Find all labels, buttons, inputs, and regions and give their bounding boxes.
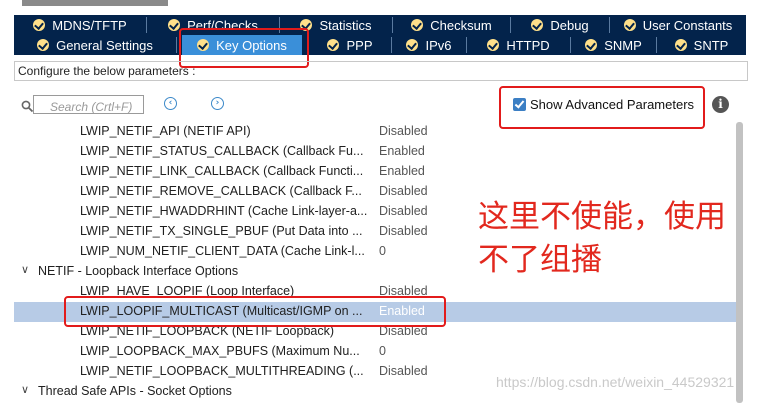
parameter-name: LWIP_NETIF_LINK_CALLBACK (Callback Funct…: [80, 164, 364, 178]
table-row[interactable]: LWIP_NETIF_LINK_CALLBACK (Callback Funct…: [14, 162, 736, 182]
parameter-name: LWIP_LOOPBACK_MAX_PBUFS (Maximum Nu...: [80, 344, 360, 358]
parameter-name: Thread Safe APIs - Socket Options: [38, 384, 232, 398]
parameter-name: LWIP_NETIF_REMOVE_CALLBACK (Callback F..…: [80, 184, 362, 198]
check-circle-icon: [197, 39, 210, 51]
tab-ipv6[interactable]: IPv6: [392, 35, 466, 55]
chevron-down-icon[interactable]: ∨: [21, 383, 29, 396]
parameter-value[interactable]: Disabled: [379, 204, 428, 218]
info-icon[interactable]: i: [712, 96, 729, 113]
parameter-value[interactable]: Disabled: [379, 224, 428, 238]
table-row[interactable]: LWIP_LOOPIF_MULTICAST (Multicast/IGMP on…: [14, 302, 736, 322]
parameter-name: LWIP_NETIF_HWADDRHINT (Cache Link-layer-…: [80, 204, 368, 218]
tab-ppp[interactable]: PPP: [309, 35, 391, 55]
tab-perf-checks[interactable]: Perf/Checks: [147, 15, 279, 35]
check-circle-icon: [168, 19, 181, 31]
check-circle-icon: [327, 39, 340, 51]
check-circle-icon: [406, 39, 419, 51]
config-description: Configure the below parameters :: [14, 61, 748, 81]
parameter-value[interactable]: 0: [379, 244, 386, 258]
parameter-name: LWIP_NETIF_TX_SINGLE_PBUF (Put Data into…: [80, 224, 363, 238]
check-circle-icon: [531, 19, 544, 31]
chevron-down-icon[interactable]: ∨: [21, 263, 29, 276]
parameter-name: LWIP_LOOPIF_MULTICAST (Multicast/IGMP on…: [80, 304, 363, 318]
table-row[interactable]: LWIP_NETIF_API (NETIF API) Disabled: [14, 122, 736, 142]
tab-bar-row-1: MDNS/TFTP Perf/Checks Statistics Checksu…: [14, 15, 746, 35]
window-top-edge: [22, 0, 168, 6]
table-row[interactable]: LWIP_NETIF_STATUS_CALLBACK (Callback Fu.…: [14, 142, 736, 162]
tab-bar-row-2: General Settings Key Options PPP IPv6 HT…: [14, 35, 746, 55]
check-circle-icon: [487, 39, 500, 51]
parameter-name: LWIP_NETIF_LOOPBACK (NETIF Loopback): [80, 324, 335, 338]
table-row[interactable]: LWIP_HAVE_LOOPIF (Loop Interface) Disable…: [14, 282, 736, 302]
parameter-value[interactable]: Disabled: [379, 124, 428, 138]
show-advanced-label: Show Advanced Parameters: [530, 97, 695, 112]
check-circle-icon: [33, 19, 46, 31]
parameter-name: LWIP_NETIF_API (NETIF API): [80, 124, 251, 138]
tab-user-constants[interactable]: User Constants: [610, 15, 746, 35]
chevron-right-icon[interactable]: ›: [211, 97, 224, 110]
parameter-name: LWIP_HAVE_LOOPIF (Loop Interface): [80, 284, 295, 298]
check-circle-icon: [300, 19, 313, 31]
check-circle-icon: [411, 19, 424, 31]
tab-general-settings[interactable]: General Settings: [14, 35, 176, 55]
parameter-value[interactable]: Disabled: [379, 284, 428, 298]
tab-key-options[interactable]: Key Options: [182, 35, 302, 55]
parameter-value[interactable]: 0: [379, 344, 386, 358]
table-row[interactable]: LWIP_NETIF_LOOPBACK (NETIF Loopback) Disa…: [14, 322, 736, 342]
tab-checksum[interactable]: Checksum: [393, 15, 510, 35]
tab-debug[interactable]: Debug: [511, 15, 609, 35]
annotation-text: 这里不使能，使用不了组播: [478, 199, 726, 278]
tab-httpd[interactable]: HTTPD: [467, 35, 570, 55]
table-row[interactable]: LWIP_LOOPBACK_MAX_PBUFS (Maximum Nu... 0: [14, 342, 736, 362]
parameter-value[interactable]: Enabled: [379, 304, 425, 318]
watermark: https://blog.csdn.net/weixin_44529321: [496, 374, 735, 390]
parameter-name: LWIP_NUM_NETIF_CLIENT_DATA (Cache Link-l…: [80, 244, 365, 258]
search-box: [33, 95, 144, 115]
parameter-value[interactable]: Enabled: [379, 144, 425, 158]
tab-sntp[interactable]: SNTP: [657, 35, 746, 55]
check-circle-icon: [37, 39, 50, 51]
tab-statistics[interactable]: Statistics: [280, 15, 392, 35]
parameter-value[interactable]: Disabled: [379, 184, 428, 198]
search-input[interactable]: [48, 99, 144, 115]
parameter-name: LWIP_NETIF_LOOPBACK_MULTITHREADING (...: [80, 364, 364, 378]
check-circle-icon: [623, 19, 636, 31]
check-circle-icon: [674, 39, 687, 51]
tab-mdns-tftp[interactable]: MDNS/TFTP: [14, 15, 146, 35]
parameter-value[interactable]: Enabled: [379, 164, 425, 178]
parameter-name: LWIP_NETIF_STATUS_CALLBACK (Callback Fu.…: [80, 144, 364, 158]
show-advanced-checkbox[interactable]: [513, 98, 526, 111]
tab-snmp[interactable]: SNMP: [571, 35, 656, 55]
parameter-value[interactable]: Disabled: [379, 324, 428, 338]
chevron-left-icon[interactable]: ‹: [164, 97, 177, 110]
parameter-value[interactable]: Disabled: [379, 364, 428, 378]
check-circle-icon: [585, 39, 598, 51]
parameter-name: NETIF - Loopback Interface Options: [38, 264, 239, 278]
